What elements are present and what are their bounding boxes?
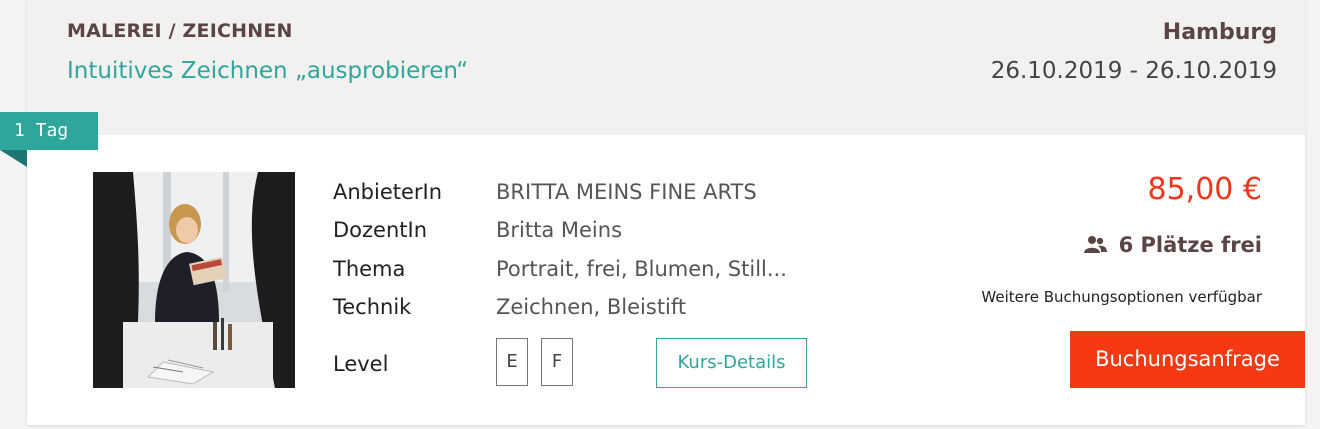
topic-value: Portrait, frei, Blumen, Still... [496,257,787,281]
teacher-value: Britta Meins [496,218,623,242]
course-price: 85,00 € [1147,172,1262,207]
technique-value: Zeichnen, Bleistift [496,295,687,319]
level-badge-e: E [496,338,528,386]
duration-badge: 1 Tag [0,112,98,150]
course-details-button[interactable]: Kurs-Details [656,338,807,388]
course-photo[interactable] [93,172,295,388]
technique-label: Technik [333,295,412,319]
available-seats: 6 Plätze frei [1083,233,1262,257]
provider-value: BRITTA MEINS FINE ARTS [496,180,757,204]
ribbon-fold [0,150,27,167]
course-title-link[interactable]: Intuitives Zeichnen „ausprobieren“ [67,58,468,84]
course-card: MALEREI / ZEICHNEN Intuitives Zeichnen „… [27,0,1305,425]
provider-label: AnbieterIn [333,180,443,204]
topic-label: Thema [333,257,406,281]
teacher-label: DozentIn [333,218,428,242]
level-label: Level [333,352,389,376]
booking-options-note: Weitere Buchungsoptionen verfügbar [981,288,1262,306]
level-badge-f: F [541,338,573,386]
users-icon [1083,235,1107,255]
booking-request-button[interactable]: Buchungsanfrage [1070,331,1305,388]
course-dates: 26.10.2019 - 26.10.2019 [990,58,1277,84]
course-category: MALEREI / ZEICHNEN [67,20,293,42]
course-city: Hamburg [1162,20,1277,45]
card-header: MALEREI / ZEICHNEN Intuitives Zeichnen „… [27,0,1305,135]
available-seats-text: 6 Plätze frei [1118,233,1262,257]
